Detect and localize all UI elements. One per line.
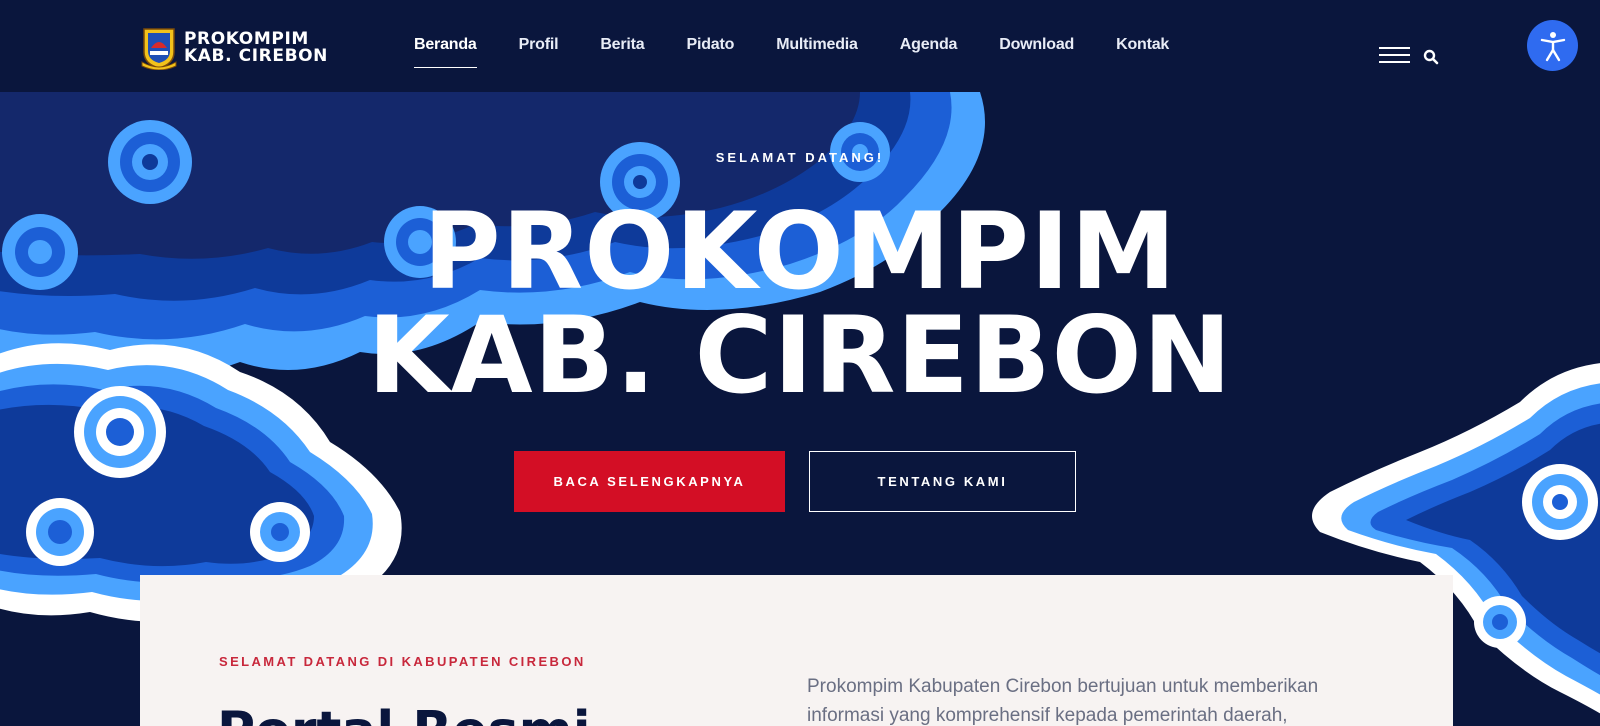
intro-description: Prokompim Kabupaten Cirebon bertujuan un… bbox=[807, 676, 1319, 726]
intro-kicker: SELAMAT DATANG DI KABUPATEN CIREBON bbox=[219, 654, 586, 669]
nav-item-download[interactable]: Download bbox=[999, 36, 1074, 54]
hero-title-line2: KAB. CIREBON bbox=[367, 294, 1233, 417]
nav-item-multimedia[interactable]: Multimedia bbox=[776, 36, 858, 54]
site-logo[interactable]: PROKOMPIM KAB. CIREBON bbox=[140, 26, 328, 70]
hero-title: PROKOMPIM KAB. CIREBON bbox=[0, 190, 1600, 417]
hamburger-menu-icon[interactable] bbox=[1379, 47, 1410, 64]
main-nav: Beranda Profil Berita Pidato Multimedia … bbox=[414, 36, 1211, 68]
search-icon[interactable] bbox=[1423, 49, 1439, 65]
read-more-button[interactable]: BACA SELENGKAPNYA bbox=[514, 451, 785, 512]
nav-item-agenda[interactable]: Agenda bbox=[900, 36, 958, 54]
intro-card: SELAMAT DATANG DI KABUPATEN CIREBON Port… bbox=[140, 575, 1453, 726]
nav-item-berita[interactable]: Berita bbox=[600, 36, 644, 54]
nav-item-pidato[interactable]: Pidato bbox=[686, 36, 734, 54]
hero-title-line1: PROKOMPIM bbox=[422, 190, 1177, 313]
accessibility-icon bbox=[1540, 31, 1565, 61]
cirebon-crest-icon bbox=[141, 28, 177, 70]
intro-title: Portal Resmi bbox=[217, 701, 591, 726]
about-us-button[interactable]: TENTANG KAMI bbox=[809, 451, 1076, 512]
logo-text: PROKOMPIM KAB. CIREBON bbox=[184, 31, 328, 65]
hero-kicker: SELAMAT DATANG! bbox=[715, 150, 885, 165]
accessibility-button[interactable] bbox=[1527, 20, 1578, 71]
nav-item-beranda[interactable]: Beranda bbox=[414, 36, 477, 68]
nav-item-kontak[interactable]: Kontak bbox=[1116, 36, 1169, 54]
nav-item-profil[interactable]: Profil bbox=[519, 36, 559, 54]
site-header: PROKOMPIM KAB. CIREBON Beranda Profil Be… bbox=[0, 0, 1600, 92]
logo-line2: KAB. CIREBON bbox=[184, 46, 329, 66]
